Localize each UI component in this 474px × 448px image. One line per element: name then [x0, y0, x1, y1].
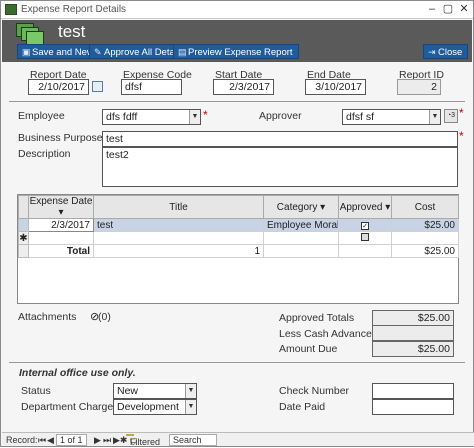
cost-cell[interactable]: $25.00 — [391, 218, 459, 232]
required-mark: * — [203, 108, 208, 122]
office-use-heading: Internal office use only. — [19, 367, 136, 379]
exit-icon: ⇥ — [428, 47, 436, 57]
column-header-cost[interactable]: Cost — [391, 195, 459, 219]
divider — [9, 362, 465, 363]
record-label: Record: — [6, 435, 38, 445]
report-id-field: 2 — [397, 79, 441, 95]
row-selector-header — [18, 195, 29, 219]
required-mark: * — [459, 106, 464, 120]
save-icon: ▣ — [22, 47, 31, 57]
total-cost: $25.00 — [391, 244, 459, 258]
contact-lookup-icon[interactable]: ◔3 — [444, 109, 458, 123]
row-selector[interactable] — [18, 218, 29, 232]
title-cell[interactable]: test — [93, 218, 264, 232]
total-row: Total 1 $25.00 — [18, 244, 459, 258]
divider — [9, 101, 465, 102]
approver-label: Approver — [259, 110, 302, 122]
end-date-field[interactable]: 3/10/2017 — [305, 79, 366, 95]
form-title: test — [58, 22, 86, 41]
attachments-label: Attachments — [18, 311, 77, 323]
maximize-icon[interactable]: ▢ — [441, 3, 455, 16]
first-record-icon[interactable]: ⏮ — [38, 435, 46, 446]
date-paid-label: Date Paid — [279, 401, 326, 413]
previous-record-icon[interactable]: ◀ — [47, 435, 54, 446]
preview-report-button[interactable]: ▤Preview Expense Report — [173, 44, 299, 59]
cash-advance-field[interactable] — [372, 325, 454, 341]
date-paid-field[interactable] — [372, 399, 454, 415]
start-date-field[interactable]: 2/3/2017 — [213, 79, 274, 95]
attachments-count[interactable]: (0) — [98, 311, 111, 323]
filter-toggle[interactable]: ⛉ Filtered — [126, 434, 160, 447]
employee-combobox[interactable]: dfs fdff ▼ — [102, 109, 201, 125]
approved-totals-label: Approved Totals — [279, 312, 355, 324]
report-icon: ▤ — [178, 47, 187, 57]
category-cell[interactable]: Employee Morale — [263, 218, 339, 232]
chevron-down-icon[interactable]: ▼ — [429, 110, 440, 124]
amount-due-label: Amount Due — [279, 343, 338, 355]
description-textarea[interactable]: test2 — [102, 147, 458, 187]
new-record-row[interactable]: ✱ — [18, 231, 459, 245]
current-record-field[interactable]: 1 of 1 — [56, 434, 87, 446]
required-mark: * — [459, 129, 464, 143]
form-header: test ▣Save and New ✎ Approve All Details … — [2, 20, 472, 62]
new-record-icon[interactable]: ▶✱ — [113, 435, 127, 446]
expense-date-cell[interactable]: 2/3/2017 — [28, 218, 94, 232]
chevron-down-icon[interactable]: ▼ — [185, 384, 196, 398]
status-label: Status — [21, 385, 51, 397]
expense-details-table: Expense Date ▾ Title Category ▾ Approved… — [17, 194, 459, 304]
description-label: Description — [18, 148, 71, 160]
business-purpose-label: Business Purpose — [18, 132, 103, 144]
last-record-icon[interactable]: ⏭ — [103, 435, 111, 446]
close-button[interactable]: ⇥ Close — [423, 44, 469, 59]
chevron-down-icon[interactable]: ▼ — [189, 110, 200, 124]
close-window-icon[interactable]: ✕ — [457, 3, 471, 16]
total-count: 1 — [93, 244, 264, 258]
table-row[interactable]: 2/3/2017 test Employee Morale ✓ $25.00 — [18, 218, 459, 232]
pencil-icon: ✎ — [94, 47, 102, 57]
department-label: Department Charged — [21, 401, 120, 413]
approver-combobox[interactable]: dfsf sf ▼ — [342, 109, 441, 125]
report-date-field[interactable]: 2/10/2017 — [28, 79, 89, 95]
status-combobox[interactable]: New ▼ — [113, 383, 197, 399]
approved-totals-field: $25.00 — [372, 310, 454, 326]
window-title: Expense Report Details — [21, 4, 127, 15]
check-number-label: Check Number — [279, 385, 350, 397]
save-and-new-button[interactable]: ▣Save and New — [17, 44, 100, 59]
approved-checkbox[interactable] — [361, 232, 369, 241]
report-logo-icon — [16, 23, 46, 45]
cash-advance-label: Less Cash Advance — [279, 328, 372, 340]
record-navigation-bar: Record: ⏮ ◀ 1 of 1 ▶ ⏭ ▶✱ ⛉ Filtered Sea… — [2, 432, 474, 447]
column-header-category[interactable]: Category ▾ — [263, 195, 339, 219]
new-record-icon: ✱ — [18, 231, 29, 245]
next-record-icon[interactable]: ▶ — [94, 435, 101, 446]
total-label: Total — [28, 244, 94, 258]
column-header-expense-date[interactable]: Expense Date ▾ — [28, 195, 94, 219]
business-purpose-field[interactable]: test — [102, 131, 458, 147]
approved-checkbox[interactable]: ✓ — [361, 221, 369, 230]
minimize-icon[interactable]: – — [425, 3, 439, 16]
department-combobox[interactable]: Development ▼ — [113, 399, 197, 415]
expense-code-field[interactable]: dfsf — [121, 79, 182, 95]
search-box[interactable]: Search — [169, 434, 217, 446]
approved-cell[interactable]: ✓ — [338, 218, 392, 232]
chevron-down-icon[interactable]: ▼ — [185, 400, 196, 414]
title-bar: Expense Report Details – ▢ ✕ — [1, 1, 473, 19]
column-header-title[interactable]: Title — [93, 195, 264, 219]
employee-label: Employee — [18, 110, 65, 122]
expense-report-window: Expense Report Details – ▢ ✕ test ▣Save … — [0, 0, 474, 447]
form-icon — [5, 4, 17, 15]
check-number-field[interactable] — [372, 383, 454, 399]
column-header-approved[interactable]: Approved ▾ — [338, 195, 392, 219]
calendar-icon[interactable] — [92, 81, 103, 92]
amount-due-field: $25.00 — [372, 341, 454, 357]
